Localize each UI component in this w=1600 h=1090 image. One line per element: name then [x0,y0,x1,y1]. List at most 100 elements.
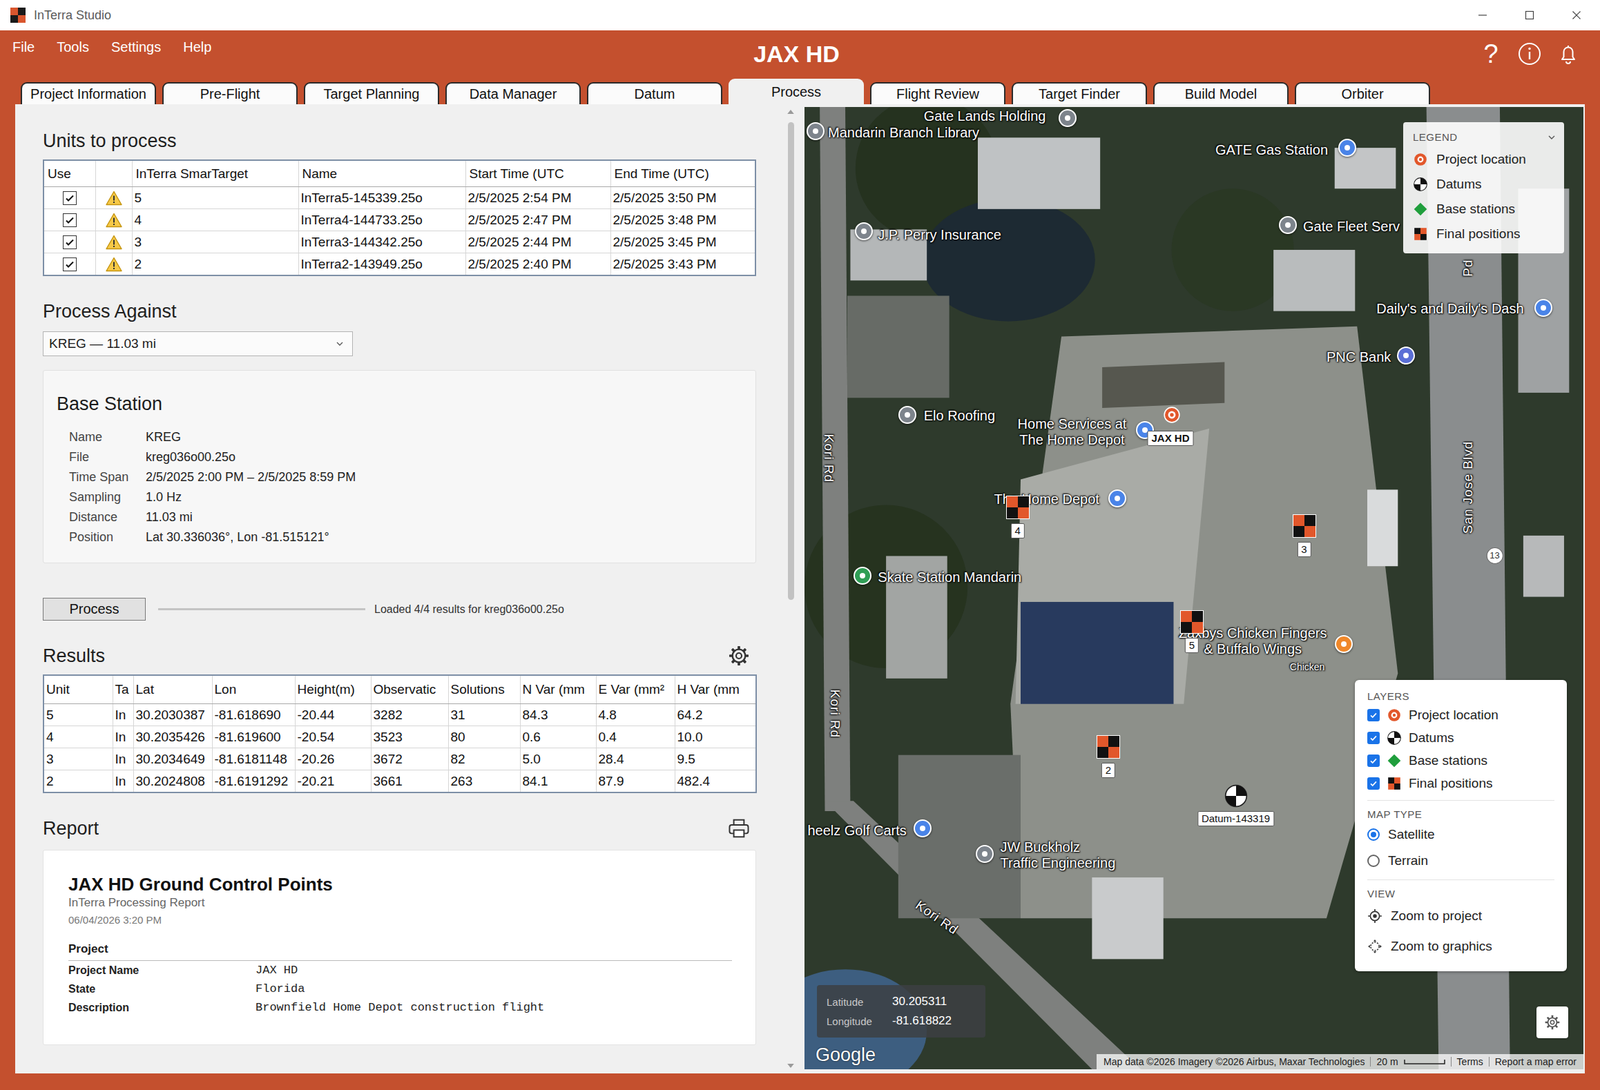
layer-toggle[interactable]: Project location [1367,703,1555,727]
place-pin-icon[interactable] [853,566,872,585]
place-pin-icon[interactable] [975,845,994,864]
place-pin-icon[interactable] [1278,216,1297,235]
column-header[interactable]: Unit [43,675,113,705]
tab[interactable]: Target Planning [303,82,440,105]
final-position-icon[interactable] [1293,515,1316,538]
layer-checkbox[interactable] [1367,709,1380,722]
legend-header[interactable]: LEGEND [1412,127,1556,148]
final-position-icon[interactable] [1097,736,1120,759]
use-checkbox[interactable] [62,257,77,272]
map-label[interactable]: J.P. Perry Insurance [877,226,1002,243]
layer-checkbox[interactable] [1367,754,1380,768]
printer-icon[interactable] [727,817,750,840]
view-action[interactable]: Zoom to project [1367,901,1555,932]
view-action[interactable]: Zoom to graphics [1367,931,1555,962]
unit-row[interactable]: 2InTerra2-143949.25o2/5/2025 2:40 PM2/5/… [43,253,756,277]
column-header[interactable]: Name [298,160,466,188]
help-button[interactable]: ? [1478,40,1504,68]
layer-toggle[interactable]: Datums [1367,726,1555,750]
project-location-icon[interactable] [1162,406,1181,424]
minimize-button[interactable] [1459,0,1507,31]
result-row[interactable]: 2In30.2024808-81.6191292-20.21366126384.… [43,770,757,794]
layer-checkbox[interactable] [1367,731,1380,745]
tab[interactable]: Project Information [20,82,157,105]
place-pin-icon[interactable] [1058,109,1077,128]
maximize-button[interactable] [1506,0,1554,31]
use-checkbox[interactable] [62,191,77,206]
map-label[interactable]: PNC Bank [1326,348,1391,365]
terms-link[interactable]: Terms [1457,1055,1484,1069]
map-settings-button[interactable] [1536,1006,1569,1039]
scroll-up-icon[interactable] [786,108,795,116]
place-pin-icon[interactable] [806,122,825,141]
place-pin-icon[interactable] [1108,489,1127,508]
place-pin-icon[interactable] [1338,138,1357,157]
map-label[interactable]: Gate Fleet Serv [1303,218,1400,235]
place-pin-icon[interactable] [1396,346,1415,365]
info-icon[interactable] [1517,41,1542,67]
map-type-option[interactable]: Terrain [1367,847,1555,875]
column-header[interactable]: N Var (mm [519,675,596,705]
map-label[interactable]: heelz Golf Carts [807,823,906,840]
map-label[interactable]: Elo Roofing [923,408,996,424]
place-pin-icon[interactable] [854,222,873,241]
map-type-option[interactable]: Satellite [1367,821,1555,848]
map-label[interactable]: Home Services atThe Home Depot [1017,416,1127,449]
process-button[interactable]: Process [42,598,146,621]
map-label[interactable]: Mandarin Branch Library [827,124,980,141]
result-row[interactable]: 3In30.2034649-81.6181148-20.263672825.02… [43,748,757,771]
column-header[interactable]: Solutions [448,675,520,705]
layer-toggle[interactable]: Base stations [1367,749,1555,773]
map-label[interactable]: GATE Gas Station [1215,142,1328,159]
datum-icon[interactable] [1224,784,1248,808]
radio-button[interactable] [1367,854,1380,868]
use-checkbox[interactable] [62,235,77,250]
tab[interactable]: Data Manager [445,82,581,105]
layer-toggle[interactable]: Final positions [1367,772,1555,795]
gear-icon[interactable] [727,644,750,668]
column-header[interactable]: Use [43,160,96,188]
tab[interactable]: Process [728,78,864,105]
result-row[interactable]: 4In30.2035426-81.619600-20.543523800.60.… [43,726,757,749]
menu-item[interactable]: Settings [111,38,161,56]
menu-item[interactable]: File [12,38,35,56]
column-header[interactable]: H Var (mm [674,675,757,705]
column-header[interactable] [95,160,132,188]
base-station-dropdown[interactable]: KREG — 11.03 mi [42,331,353,357]
scroll-down-icon[interactable] [786,1062,795,1070]
scroll-thumb[interactable] [787,122,795,601]
tab[interactable]: Target Finder [1011,82,1148,105]
unit-row[interactable]: 5InTerra5-145339.25o2/5/2025 2:54 PM2/5/… [43,187,756,210]
column-header[interactable]: Start Time (UTC [465,160,611,188]
unit-row[interactable]: 4InTerra4-144733.25o2/5/2025 2:47 PM2/5/… [43,209,756,232]
map-label[interactable]: JW BuckholzTraffic Engineering [1000,839,1116,872]
column-header[interactable]: E Var (mm² [595,675,675,705]
close-button[interactable] [1553,0,1600,31]
unit-row[interactable]: 3InTerra3-144342.25o2/5/2025 2:44 PM2/5/… [43,231,756,254]
collapse-icon[interactable] [1547,134,1556,141]
map-view[interactable]: Gate Lands HoldingMandarin Branch Librar… [804,107,1584,1070]
menu-item[interactable]: Help [182,38,212,56]
final-position-icon[interactable] [1006,496,1029,519]
tab[interactable]: Datum [586,82,723,105]
place-pin-icon[interactable] [1534,299,1553,317]
layer-checkbox[interactable] [1367,777,1380,790]
column-header[interactable]: Lat [133,675,212,705]
map-label[interactable]: Gate Lands Holding [923,108,1047,125]
map-label[interactable]: Skate Station Mandarin [877,569,1022,585]
final-position-icon[interactable] [1180,611,1203,634]
use-checkbox[interactable] [62,213,77,228]
bell-icon[interactable] [1555,41,1581,67]
scrollbar[interactable] [782,104,799,1074]
place-pin-icon[interactable] [1334,635,1353,654]
tab[interactable]: Flight Review [870,82,1006,105]
report-error-link[interactable]: Report a map error [1495,1055,1577,1069]
radio-button[interactable] [1367,828,1380,842]
place-pin-icon[interactable] [913,819,932,838]
tab[interactable]: Build Model [1153,82,1289,105]
tab[interactable]: Pre-Flight [162,82,298,105]
column-header[interactable]: Ta [112,675,134,705]
tab[interactable]: Orbiter [1294,82,1431,105]
map-label[interactable]: Daily's and Daily's Dash [1376,301,1524,317]
result-row[interactable]: 5In30.2030387-81.618690-20.4432823184.34… [43,704,757,727]
